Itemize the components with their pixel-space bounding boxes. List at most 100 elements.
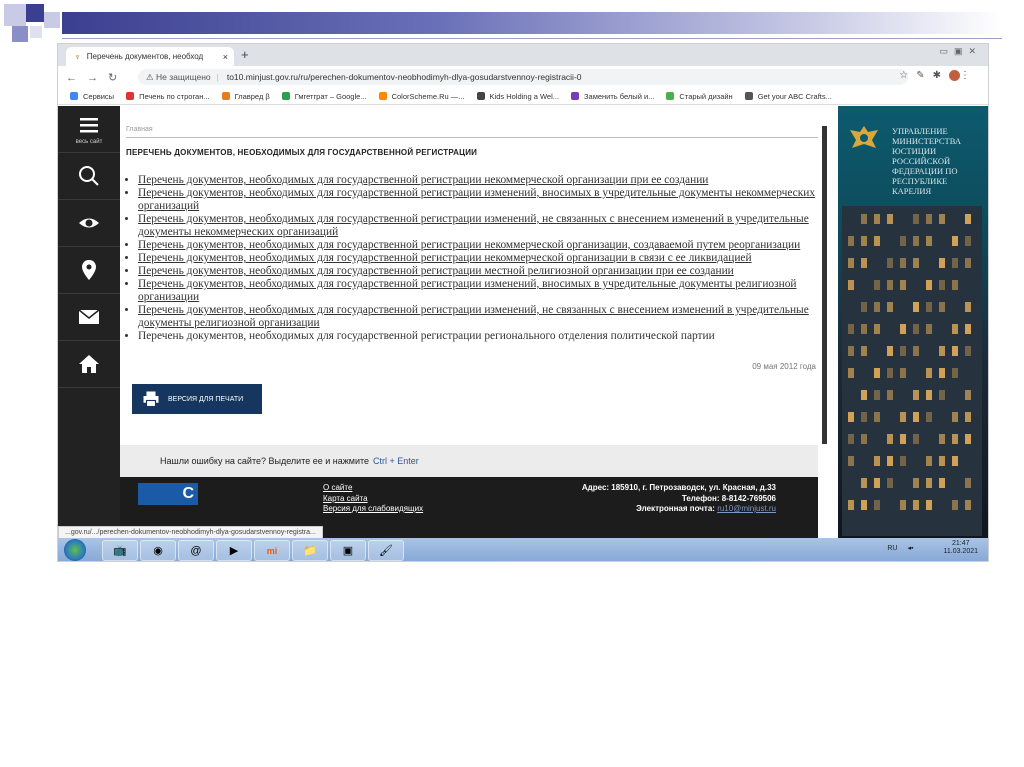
bookmark-label: Kids Holding a Wel... (489, 91, 560, 101)
building-window (965, 478, 971, 488)
menu-button[interactable]: весь сайт (58, 106, 120, 153)
url-text[interactable]: to10.minjust.gov.ru/ru/perechen-dokument… (227, 72, 582, 82)
page-scrollbar[interactable] (822, 126, 827, 444)
taskbar-mail[interactable]: @ (178, 540, 214, 561)
search-icon (79, 166, 99, 186)
document-link[interactable]: Перечень документов, необходимых для гос… (138, 213, 809, 238)
window-controls[interactable]: ▭▣✕ (939, 46, 982, 57)
home-button[interactable] (58, 341, 120, 388)
powerpoint-icon: ▣ (342, 545, 354, 557)
building-window (939, 302, 945, 312)
building-window (952, 236, 958, 246)
bookmark-item[interactable]: Сервисы (70, 92, 114, 101)
bookmark-item[interactable]: Главред β (221, 91, 270, 101)
building-window (952, 346, 958, 356)
accessibility-button[interactable] (58, 200, 120, 247)
hamburger-icon (80, 118, 98, 133)
building-window (887, 368, 893, 378)
taskbar-mi[interactable]: mi (254, 540, 290, 561)
bookmark-item[interactable]: Печень по строган... (126, 92, 210, 101)
building-window (952, 324, 958, 334)
taskbar-media[interactable]: ▶ (216, 540, 252, 561)
document-list-item: Перечень документов, необходимых для гос… (138, 330, 828, 343)
bookmark-favicon-icon (571, 92, 580, 100)
document-link[interactable]: Перечень документов, необходимых для гос… (138, 265, 734, 277)
system-clock[interactable]: 21:47 11.03.2021 (943, 540, 978, 556)
bookmark-label: Сервисы (83, 91, 115, 101)
tab-strip: ♆ Перечень документов, необход × + ▭▣✕ (58, 44, 988, 66)
location-button[interactable] (58, 247, 120, 294)
address-bar-row: ←→↻ ⚠ Не защищено | to10.minjust.gov.ru/… (58, 66, 988, 88)
document-link[interactable]: Перечень документов, необходимых для гос… (138, 174, 708, 186)
taskbar-powerpoint[interactable]: ▣ (330, 540, 366, 561)
building-window (861, 500, 867, 510)
print-version-button[interactable]: ВЕРСИЯ ДЛЯ ПЕЧАТИ (132, 384, 262, 414)
building-window (861, 346, 867, 356)
footer-link-sitemap[interactable]: Карта сайта (323, 494, 423, 505)
start-button[interactable] (64, 539, 86, 561)
ministry-banner[interactable]: Управление Министерства юстиции Российск… (838, 106, 988, 538)
document-link[interactable]: Перечень документов, необходимых для гос… (138, 304, 809, 329)
building-window (926, 236, 932, 246)
webpage: весь сайт Главная ПЕРЕЧЕНЬ ДОКУМЕНТОВ, Н… (58, 106, 988, 538)
language-indicator[interactable]: RU (887, 545, 897, 552)
breadcrumb[interactable]: Главная (126, 126, 153, 133)
building-window (952, 258, 958, 268)
volume-icon[interactable]: ◂▪ (907, 544, 913, 552)
bookmark-label: Get your ABC Crafts... (757, 91, 832, 101)
bookmark-label: Главред β (234, 91, 270, 101)
profile-avatar[interactable] (949, 70, 960, 81)
building-window (926, 390, 932, 400)
footer-email-link[interactable]: ru10@minjust.ru (717, 504, 776, 513)
building-window (913, 236, 919, 246)
taskbar-paint[interactable]: 🖌 (368, 540, 404, 561)
close-tab-icon[interactable]: × (223, 52, 228, 62)
slide-header-bar (62, 12, 1002, 34)
footer-address: Адрес: 185910, г. Петрозаводск, ул. Крас… (581, 483, 776, 492)
bookmark-item[interactable]: Заменить белый и... (571, 92, 654, 101)
building-window (926, 302, 932, 312)
bookmark-item[interactable]: Get your ABC Crafts... (744, 91, 832, 101)
footer-logo[interactable]: C (138, 483, 198, 505)
building-window (900, 368, 906, 378)
navigation-buttons[interactable]: ←→↻ (66, 71, 127, 84)
address-bar[interactable]: ⚠ Не защищено | to10.minjust.gov.ru/ru/p… (138, 69, 908, 85)
mail-button[interactable] (58, 294, 120, 341)
building-window (913, 346, 919, 356)
building-window (939, 456, 945, 466)
building-window (913, 478, 919, 488)
footer-link-accessible-version[interactable]: Версия для слабовидящих (323, 504, 423, 515)
new-tab-button[interactable]: + (241, 47, 249, 62)
document-link[interactable]: Перечень документов, необходимых для гос… (138, 239, 800, 251)
building-window (848, 412, 854, 422)
bookmark-item[interactable]: Kids Holding a Wel... (476, 91, 560, 101)
footer-links: О сайте Карта сайта Версия для слабовидя… (323, 483, 423, 515)
bookmark-favicon-icon (378, 92, 387, 100)
toolbar-icons[interactable]: ☆✎✱ ⋮ (899, 70, 978, 81)
search-button[interactable] (58, 153, 120, 200)
browser-tab[interactable]: ♆ Перечень документов, необход × (66, 47, 234, 66)
footer-link-about[interactable]: О сайте (323, 483, 423, 494)
bookmark-item[interactable]: Старый дизайн (666, 91, 733, 101)
building-window (952, 280, 958, 290)
building-window (900, 412, 906, 422)
taskbar-explorer[interactable]: 📁 (292, 540, 328, 561)
document-list-item: Перечень документов, необходимых для гос… (138, 239, 828, 252)
taskbar-chrome[interactable]: ◉ (140, 540, 176, 561)
document-link[interactable]: Перечень документов, необходимых для гос… (138, 187, 815, 212)
building-window (965, 302, 971, 312)
bookmark-item[interactable]: Гмгетграт – Google... (281, 92, 367, 101)
print-version-label: ВЕРСИЯ ДЛЯ ПЕЧАТИ (168, 395, 244, 403)
menu-label: весь сайт (75, 139, 103, 145)
bookmark-label: Старый дизайн (679, 91, 733, 101)
building-window (874, 456, 880, 466)
building-window (874, 500, 880, 510)
building-window (965, 500, 971, 510)
folder-icon: 📁 (303, 545, 317, 557)
bookmark-item[interactable]: ColorScheme.Ru —... (378, 92, 465, 101)
security-warning[interactable]: ⚠ Не защищено (146, 72, 211, 83)
document-link[interactable]: Перечень документов, необходимых для гос… (138, 278, 797, 303)
taskbar-app-1[interactable]: 📺 (102, 540, 138, 561)
bookmark-favicon-icon (744, 92, 753, 100)
document-link[interactable]: Перечень документов, необходимых для гос… (138, 252, 752, 264)
